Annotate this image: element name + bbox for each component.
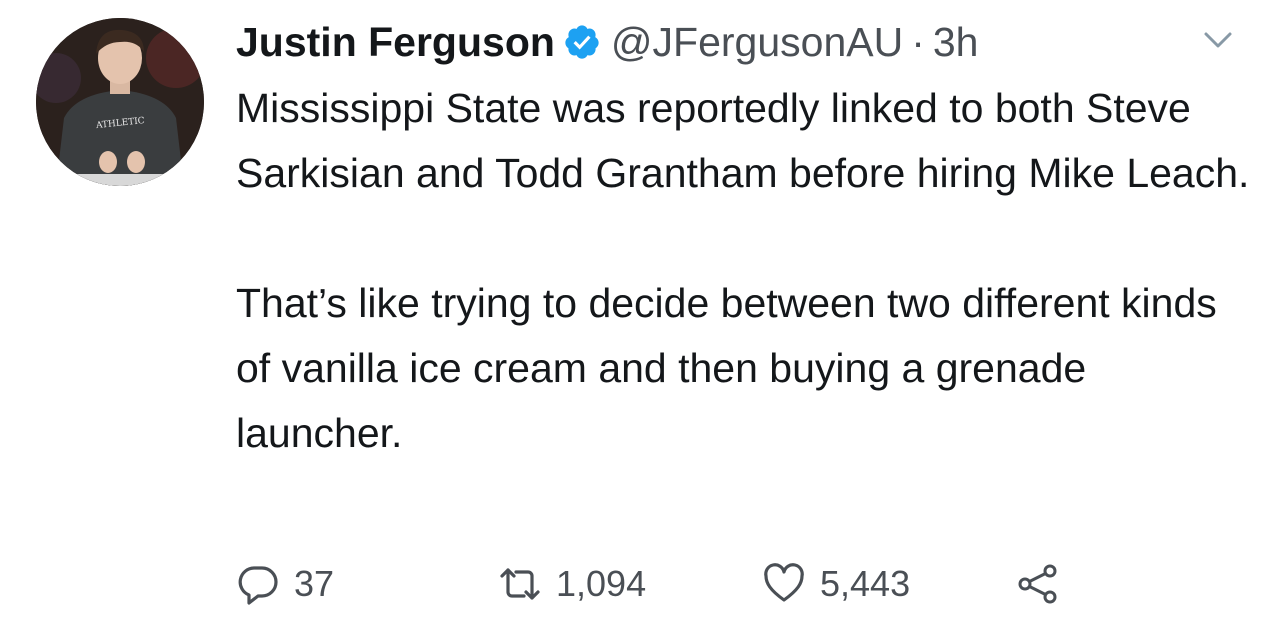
reply-count: 37 — [294, 563, 335, 604]
share-button[interactable] — [1016, 562, 1060, 606]
tweet-text: Mississippi State was reportedly linked … — [236, 76, 1256, 466]
retweet-button[interactable]: 1,094 — [498, 562, 646, 606]
heart-icon — [764, 563, 804, 602]
tweet-timestamp[interactable]: 3h — [933, 19, 979, 66]
header-separator: · — [911, 18, 925, 65]
retweet-count: 1,094 — [556, 563, 647, 604]
tweet-card: ATHLETIC Justin Ferguson @JFergusonAU · … — [0, 0, 1278, 644]
avatar[interactable]: ATHLETIC — [36, 18, 204, 186]
author-name[interactable]: Justin Ferguson — [236, 19, 555, 66]
chevron-down-icon[interactable] — [1200, 28, 1236, 52]
reply-button[interactable]: 37 — [236, 562, 334, 606]
verified-badge-icon — [563, 23, 601, 61]
avatar-photo: ATHLETIC — [36, 18, 204, 186]
author-handle[interactable]: @JFergusonAU — [611, 19, 903, 66]
reply-icon — [238, 566, 278, 605]
tweet-paragraph-2: That’s like trying to decide between two… — [236, 280, 1217, 456]
like-count: 5,443 — [820, 563, 911, 604]
like-button[interactable]: 5,443 — [762, 562, 910, 606]
retweet-icon — [500, 568, 540, 600]
share-icon — [1018, 564, 1057, 604]
tweet-header: Justin Ferguson @JFergusonAU · 3h — [236, 14, 978, 70]
tweet-paragraph-1: Mississippi State was reportedly linked … — [236, 85, 1250, 196]
